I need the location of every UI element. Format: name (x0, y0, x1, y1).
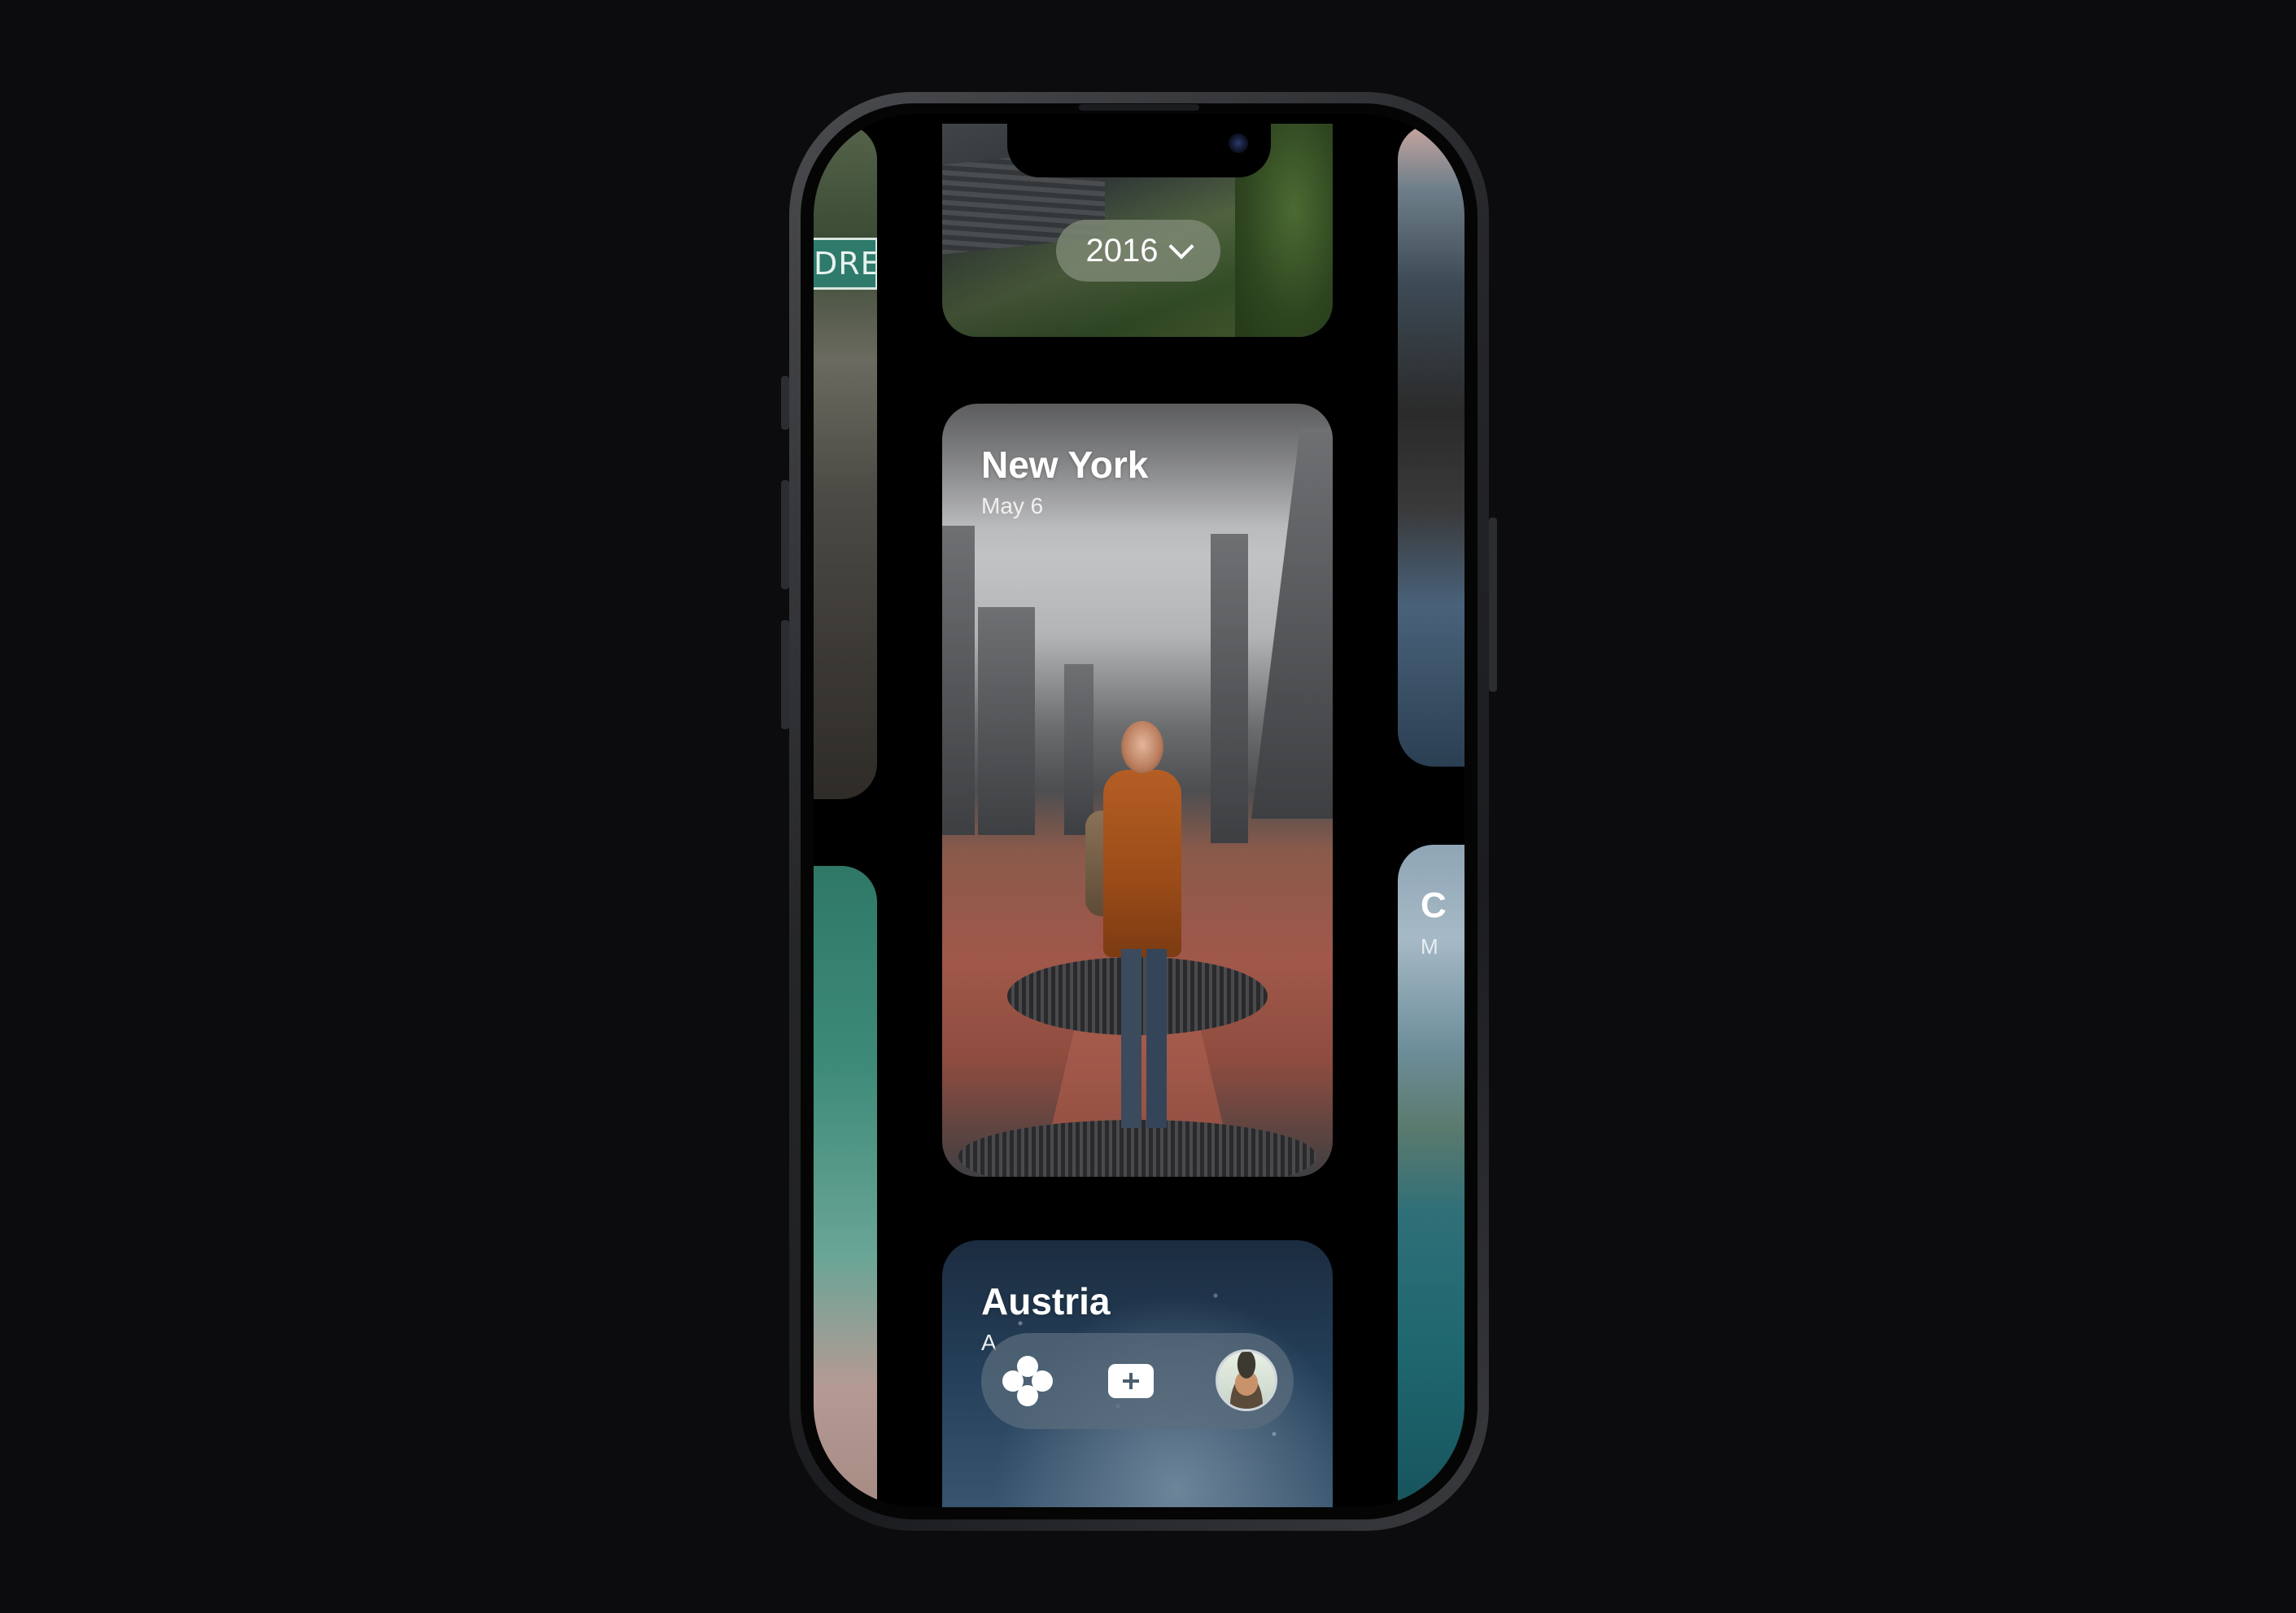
clover-icon[interactable] (1002, 1356, 1053, 1406)
person-legs (1121, 949, 1167, 1128)
building (1064, 664, 1093, 835)
add-square-icon[interactable] (1108, 1364, 1154, 1398)
card-title: New York (981, 444, 1149, 486)
year-selector[interactable]: 2016 (1056, 220, 1220, 282)
card-title: C (1421, 885, 1447, 925)
volume-down-button (781, 620, 789, 729)
photo-card-left-bottom[interactable] (814, 866, 877, 1507)
front-camera (1229, 133, 1248, 153)
photo-card-right-top[interactable] (1398, 124, 1464, 767)
power-button (1489, 518, 1497, 692)
canvas: DREAM C M New York M (0, 0, 2296, 1613)
building (1251, 428, 1333, 819)
silent-switch (781, 376, 789, 430)
card-date: M (1421, 934, 1438, 959)
card-date: May 6 (981, 493, 1044, 518)
bottom-tab-bar (981, 1333, 1294, 1429)
street-grate (958, 1120, 1316, 1177)
chevron-down-icon (1168, 234, 1195, 260)
person-torso (1103, 770, 1181, 957)
photo-card-right-bottom[interactable]: C M (1398, 845, 1464, 1507)
notch (1007, 114, 1271, 177)
card-title: Austria (981, 1280, 1111, 1322)
building (1211, 534, 1248, 843)
volume-up-button (781, 480, 789, 589)
building (942, 526, 975, 835)
photo-card-new-york[interactable]: New York May 6 (942, 404, 1333, 1177)
person-head (1121, 721, 1163, 773)
building (978, 607, 1035, 835)
phone-screen: DREAM C M New York M (814, 114, 1464, 1507)
street-sign: DREAM (814, 238, 877, 290)
year-label: 2016 (1085, 232, 1159, 269)
photo-card-left-top[interactable]: DREAM (814, 124, 877, 799)
clover-petal (1017, 1385, 1038, 1406)
earpiece-speaker (1079, 104, 1199, 111)
profile-avatar[interactable] (1216, 1349, 1277, 1411)
